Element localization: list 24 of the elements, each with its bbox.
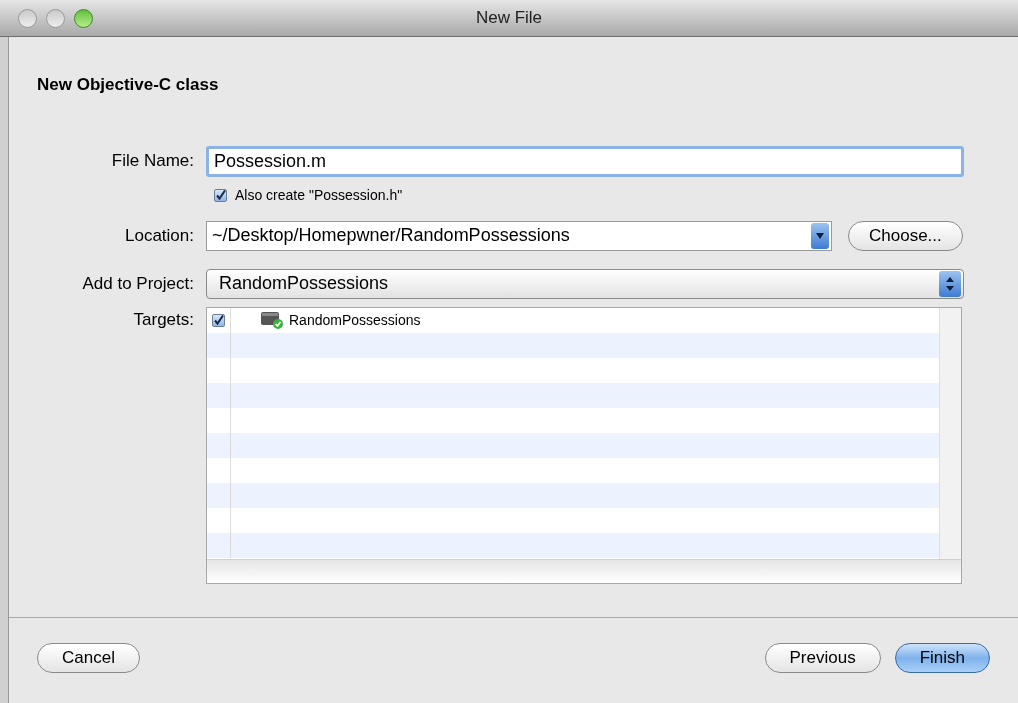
project-popup-button[interactable]: RandomPossessions [206,268,964,299]
field-label: Targets: [132,308,195,331]
file-name-field[interactable]: Possession.m [206,145,964,177]
close-icon[interactable] [18,9,37,28]
zoom-icon[interactable] [74,9,93,28]
dialog-heading: New Objective-C class [37,74,220,96]
horizontal-scrollbar-track[interactable] [207,558,961,583]
minimize-icon[interactable] [46,9,65,28]
dialog-button[interactable]: Finish [894,642,990,673]
target-checkbox[interactable] [212,313,225,327]
field-label: Location: [124,224,195,247]
checkbox-label: Also create "Possession.h" [235,185,403,205]
field-label: File Name: [110,150,195,173]
window-title: New File [475,7,543,30]
dialog-button[interactable]: Cancel [37,642,140,673]
target-name[interactable]: RandomPossessions [289,309,421,331]
scrollbar-track[interactable] [939,307,961,559]
choose-button[interactable]: Choose... [848,220,963,251]
target-app-icon [261,311,283,329]
location-combo-box[interactable]: ~/Desktop/Homepwner/RandomPossessions [206,220,832,251]
stepper-arrows-icon[interactable] [939,270,961,297]
field-label: Add to Project: [81,272,195,295]
checkbox[interactable] [214,188,227,202]
dialog-button[interactable]: Previous [764,642,881,673]
